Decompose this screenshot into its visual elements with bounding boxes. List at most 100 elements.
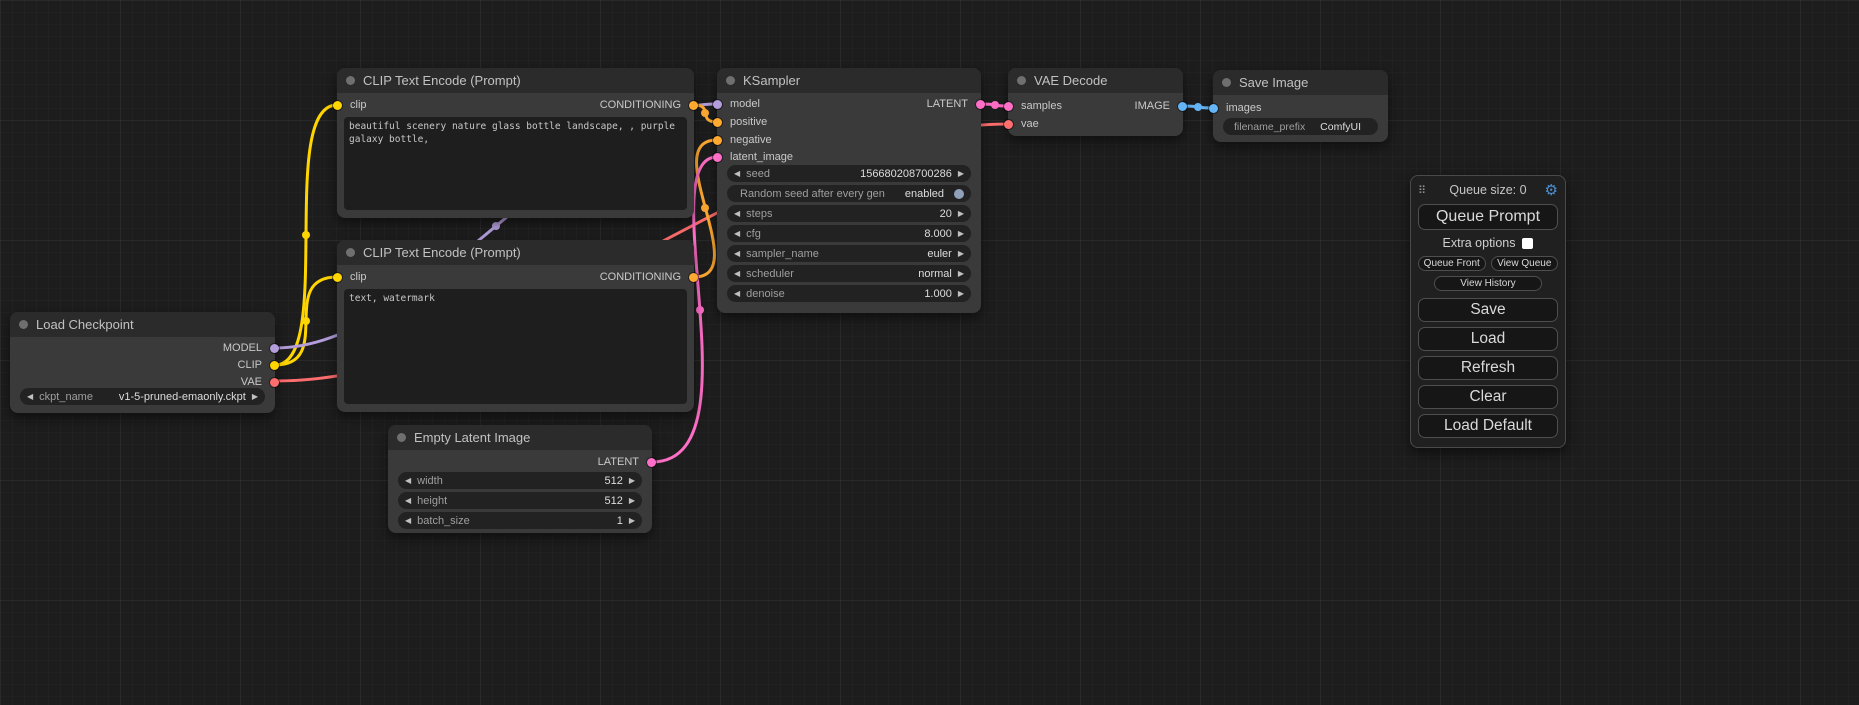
images-input-dot[interactable] [1209,104,1218,113]
collapse-button[interactable] [346,248,355,257]
ckpt-name-widget[interactable]: ◀ ckpt_name v1-5-pruned-emaonly.ckpt ▶ [20,388,265,405]
height-widget[interactable]: ◀ height 512 ▶ [398,492,642,509]
scheduler-widget[interactable]: ◀ scheduler normal ▶ [727,265,971,282]
clip-output-dot[interactable] [270,361,279,370]
node-ksampler[interactable]: KSampler model LATENT positive negative … [717,68,981,313]
input-slot-latent-image[interactable]: latent_image [717,149,981,166]
input-slot-negative[interactable]: negative [717,132,981,149]
node-titlebar[interactable]: KSampler [717,68,981,93]
collapse-button[interactable] [397,433,406,442]
steps-widget[interactable]: ◀ steps 20 ▶ [727,205,971,222]
latent-output-dot[interactable] [647,458,656,467]
node-empty-latent-image[interactable]: Empty Latent Image LATENT ◀ width 512 ▶ … [388,425,652,533]
save-button[interactable]: Save [1418,298,1558,322]
refresh-button[interactable]: Refresh [1418,356,1558,380]
conditioning-output-dot[interactable] [689,273,698,282]
sampler-name-widget[interactable]: ◀ sampler_name euler ▶ [727,245,971,262]
left-arrow-icon[interactable]: ◀ [734,165,740,182]
vae-output-dot[interactable] [270,378,279,387]
batch-size-widget[interactable]: ◀ batch_size 1 ▶ [398,512,642,529]
clip-input-dot[interactable] [333,101,342,110]
right-arrow-icon[interactable]: ▶ [252,388,258,405]
cfg-widget[interactable]: ◀ cfg 8.000 ▶ [727,225,971,242]
negative-input-dot[interactable] [713,136,722,145]
node-clip-text-encode-negative[interactable]: CLIP Text Encode (Prompt) clip CONDITION… [337,240,694,412]
right-arrow-icon[interactable]: ▶ [958,285,964,302]
left-arrow-icon[interactable]: ◀ [734,225,740,242]
widget-value: v1-5-pruned-emaonly.ckpt [119,391,246,403]
vae-input-dot[interactable] [1004,120,1013,129]
right-arrow-icon[interactable]: ▶ [629,492,635,509]
model-output-dot[interactable] [270,344,279,353]
left-arrow-icon[interactable]: ◀ [405,492,411,509]
output-slot-model[interactable]: MODEL [10,340,275,357]
node-load-checkpoint[interactable]: Load Checkpoint MODEL CLIP VAE ◀ ckpt_na… [10,312,275,413]
collapse-button[interactable] [726,76,735,85]
node-titlebar[interactable]: Save Image [1213,70,1388,95]
samples-input-dot[interactable] [1004,102,1013,111]
right-arrow-icon[interactable]: ▶ [958,205,964,222]
load-button[interactable]: Load [1418,327,1558,351]
image-output-dot[interactable] [1178,102,1187,111]
load-default-button[interactable]: Load Default [1418,414,1558,438]
view-history-button[interactable]: View History [1434,276,1543,291]
queue-menu-panel[interactable]: ⠿ Queue size: 0 ⚙ Queue Prompt Extra opt… [1410,175,1566,448]
node-titlebar[interactable]: VAE Decode [1008,68,1183,93]
right-arrow-icon[interactable]: ▶ [629,512,635,529]
node-titlebar[interactable]: Empty Latent Image [388,425,652,450]
output-slot-latent[interactable]: LATENT [388,454,652,471]
extra-options-checkbox[interactable] [1522,238,1533,249]
right-arrow-icon[interactable]: ▶ [958,265,964,282]
right-arrow-icon[interactable]: ▶ [629,472,635,489]
collapse-button[interactable] [1222,78,1231,87]
queue-front-button[interactable]: Queue Front [1418,256,1486,271]
seed-widget[interactable]: ◀ seed 156680208700286 ▶ [727,165,971,182]
node-save-image[interactable]: Save Image images filename_prefix ComfyU… [1213,70,1388,142]
node-vae-decode[interactable]: VAE Decode samples IMAGE vae [1008,68,1183,136]
right-arrow-icon[interactable]: ▶ [958,225,964,242]
queue-prompt-button[interactable]: Queue Prompt [1418,204,1558,230]
left-arrow-icon[interactable]: ◀ [734,205,740,222]
node-titlebar[interactable]: Load Checkpoint [10,312,275,337]
node-titlebar[interactable]: CLIP Text Encode (Prompt) [337,240,694,265]
link-midpoint-dot [701,204,709,212]
left-arrow-icon[interactable]: ◀ [734,265,740,282]
clip-input-dot[interactable] [333,273,342,282]
latent-output-dot[interactable] [976,100,985,109]
gear-icon[interactable]: ⚙ [1545,181,1558,199]
clear-button[interactable]: Clear [1418,385,1558,409]
width-widget[interactable]: ◀ width 512 ▶ [398,472,642,489]
node-titlebar[interactable]: CLIP Text Encode (Prompt) [337,68,694,93]
right-arrow-icon[interactable]: ▶ [958,165,964,182]
node-canvas[interactable]: { "colors": { "model": "#b39ddb", "clip"… [0,0,1859,705]
right-arrow-icon[interactable]: ▶ [958,245,964,262]
random-seed-toggle-widget[interactable]: Random seed after every gen enabled [727,185,971,202]
collapse-button[interactable] [19,320,28,329]
collapse-button[interactable] [1017,76,1026,85]
output-slot-clip[interactable]: CLIP [10,357,275,374]
latent-image-input-dot[interactable] [713,153,722,162]
drag-handle-icon[interactable]: ⠿ [1418,184,1426,197]
slot-label: clip [350,269,367,286]
view-queue-button[interactable]: View Queue [1491,256,1559,271]
left-arrow-icon[interactable]: ◀ [734,245,740,262]
positive-prompt-textarea[interactable]: beautiful scenery nature glass bottle la… [344,117,687,210]
toggle-indicator-icon[interactable] [954,189,964,199]
positive-input-dot[interactable] [713,118,722,127]
input-slot-positive[interactable]: positive [717,114,981,131]
left-arrow-icon[interactable]: ◀ [405,512,411,529]
widget-label: Random seed after every gen [740,188,885,200]
collapse-button[interactable] [346,76,355,85]
node-clip-text-encode-positive[interactable]: CLIP Text Encode (Prompt) clip CONDITION… [337,68,694,218]
negative-prompt-textarea[interactable]: text, watermark [344,289,687,404]
input-slot-vae[interactable]: vae [1008,116,1183,133]
conditioning-output-dot[interactable] [689,101,698,110]
model-input-dot[interactable] [713,100,722,109]
denoise-widget[interactable]: ◀ denoise 1.000 ▶ [727,285,971,302]
left-arrow-icon[interactable]: ◀ [405,472,411,489]
input-slot-images[interactable]: images [1213,100,1388,117]
left-arrow-icon[interactable]: ◀ [734,285,740,302]
widget-label: denoise [746,288,785,300]
left-arrow-icon[interactable]: ◀ [27,388,33,405]
filename-prefix-widget[interactable]: filename_prefix ComfyUI [1223,118,1378,135]
